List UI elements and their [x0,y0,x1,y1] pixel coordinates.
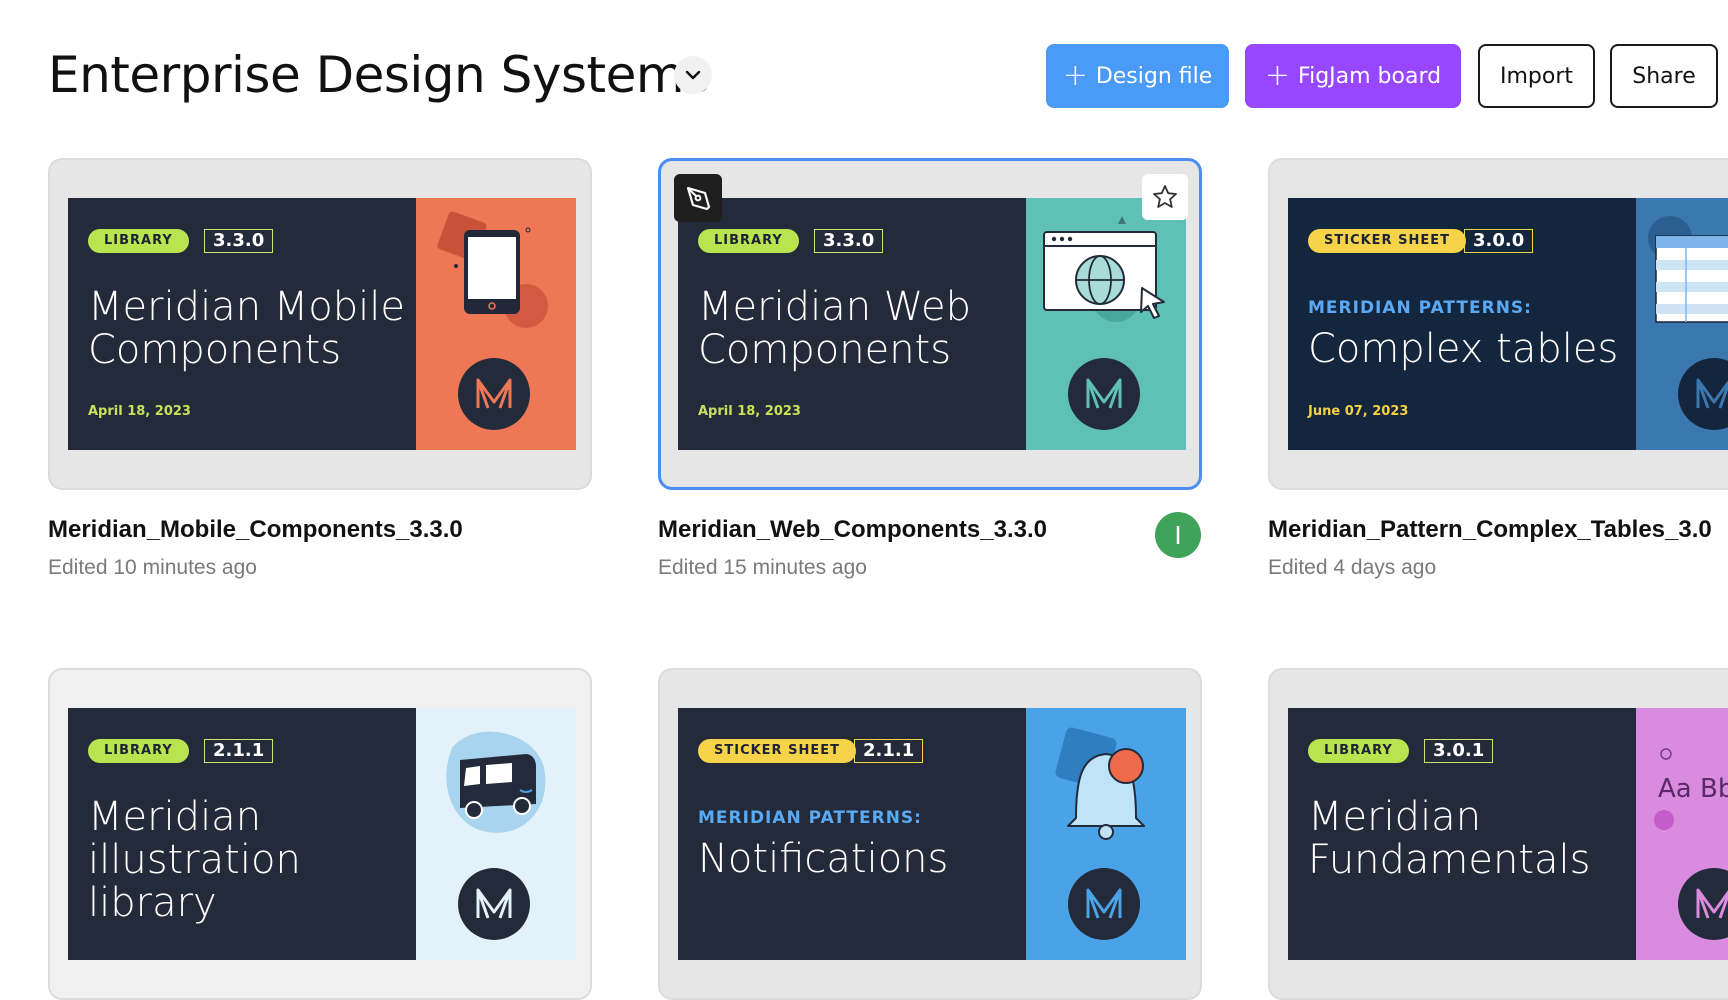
meridian-logo-icon [1678,868,1728,940]
file-edited-time: Edited 4 days ago [1268,556,1437,579]
new-design-file-button[interactable]: + Design file [1046,44,1229,108]
file-thumbnail-frame[interactable]: STICKER SHEET 3.0.0 MERIDIAN PATTERNS: C… [1268,158,1728,490]
thumbnail-art [1026,708,1186,960]
thumbnail-cover: LIBRARY 3.3.0 Meridian Mobile Components… [68,198,416,450]
star-icon [1153,185,1177,208]
thumbnail-art [416,708,576,960]
thumbnail-art: Aa Bb [1636,708,1728,960]
thumbnail-title: Complex tables [1308,326,1619,372]
file-thumbnail: STICKER SHEET 2.1.1 MERIDIAN PATTERNS: N… [678,708,1186,960]
favorite-button[interactable] [1142,174,1188,220]
thumbnail-tag: STICKER SHEET [1308,229,1466,253]
bell-icon [1055,727,1145,840]
thumbnail-subtitle: MERIDIAN PATTERNS: [698,808,922,828]
plus-icon: + [1264,58,1291,93]
file-name[interactable]: Meridian_Web_Components_3.3.0 [658,516,1047,544]
import-button[interactable]: Import [1478,44,1595,108]
file-thumbnail-frame[interactable]: LIBRARY 2.1.1 Meridian illustration libr… [48,668,592,1000]
file-edited-time: Edited 10 minutes ago [48,556,257,579]
thumbnail-tag: LIBRARY [88,739,189,763]
meridian-logo-icon [458,358,530,430]
new-design-file-label: Design file [1095,63,1213,89]
meridian-logo-icon [1068,868,1140,940]
share-button[interactable]: Share [1610,44,1718,108]
thumbnail-tag: LIBRARY [88,229,189,253]
thumbnail-version: 3.3.0 [204,229,274,253]
new-figjam-board-label: FigJam board [1298,63,1442,89]
thumbnail-tag: LIBRARY [698,229,799,253]
van-icon [446,731,546,833]
page-title: Enterprise Design Systems [48,46,710,104]
thumbnail-art [1026,198,1186,450]
thumbnail-version: 2.1.1 [204,739,274,763]
thumbnail-subtitle: MERIDIAN PATTERNS: [1308,298,1532,318]
thumbnail-tag: LIBRARY [1308,739,1409,763]
chevron-down-icon [685,70,701,80]
thumbnail-tag: STICKER SHEET [698,739,856,763]
page-header: Enterprise Design Systems + Design file … [0,0,1728,140]
file-thumbnail-frame[interactable]: LIBRARY 3.3.0 Meridian Web Components Ap… [658,158,1202,490]
thumbnail-version: 3.0.1 [1424,739,1494,763]
thumbnail-title: Meridian Web Components [698,284,971,373]
browser-globe-icon [1043,216,1165,322]
thumbnail-date: April 18, 2023 [698,404,801,419]
thumbnail-cover: LIBRARY 3.0.1 Meridian Fundamentals [1288,708,1636,960]
thumbnail-art [416,198,576,450]
meridian-logo-icon [1678,358,1728,430]
thumbnail-title: Meridian Fundamentals [1308,794,1591,883]
file-thumbnail-frame[interactable]: LIBRARY 3.0.1 Meridian Fundamentals Aa B… [1268,668,1728,1000]
meridian-logo-icon [458,868,530,940]
file-thumbnail: LIBRARY 3.3.0 Meridian Web Components Ap… [678,198,1186,450]
file-thumbnail: LIBRARY 3.0.1 Meridian Fundamentals Aa B… [1288,708,1728,960]
meridian-logo-icon [1068,358,1140,430]
file-thumbnail: LIBRARY 3.3.0 Meridian Mobile Components… [68,198,576,450]
thumbnail-title: Notifications [698,836,949,882]
new-figjam-board-button[interactable]: + FigJam board [1245,44,1461,108]
thumbnail-art [1636,198,1728,450]
avatar[interactable]: I [1155,512,1201,558]
thumbnail-cover: LIBRARY 2.1.1 Meridian illustration libr… [68,708,416,960]
thumbnail-cover: STICKER SHEET 3.0.0 MERIDIAN PATTERNS: C… [1288,198,1636,450]
file-thumbnail: STICKER SHEET 3.0.0 MERIDIAN PATTERNS: C… [1288,198,1728,450]
thumbnail-date: June 07, 2023 [1308,404,1409,419]
file-edited-time: Edited 15 minutes ago [658,556,867,579]
table-icon [1648,216,1728,323]
thumbnail-title: Meridian Mobile Components [88,284,405,373]
plus-icon: + [1062,58,1088,93]
file-thumbnail-frame[interactable]: STICKER SHEET 2.1.1 MERIDIAN PATTERNS: N… [658,668,1202,1000]
thumbnail-cover: LIBRARY 3.3.0 Meridian Web Components Ap… [678,198,1026,450]
pen-tool-icon [686,186,711,211]
thumbnail-version: 3.3.0 [814,229,884,253]
file-thumbnail: LIBRARY 2.1.1 Meridian illustration libr… [68,708,576,960]
file-name[interactable]: Meridian_Mobile_Components_3.3.0 [48,516,463,544]
title-menu-button[interactable] [674,56,712,94]
file-name[interactable]: Meridian_Pattern_Complex_Tables_3.0 [1268,516,1712,544]
thumbnail-cover: STICKER SHEET 2.1.1 MERIDIAN PATTERNS: N… [678,708,1026,960]
thumbnail-date: April 18, 2023 [88,404,191,419]
thumbnail-version: 2.1.1 [854,739,924,763]
file-thumbnail-frame[interactable]: LIBRARY 3.3.0 Meridian Mobile Components… [48,158,592,490]
thumbnail-version: 3.0.0 [1464,229,1534,253]
thumbnail-title: Meridian illustration library [88,794,301,926]
phone-icon [437,211,548,328]
design-file-badge [674,174,722,222]
